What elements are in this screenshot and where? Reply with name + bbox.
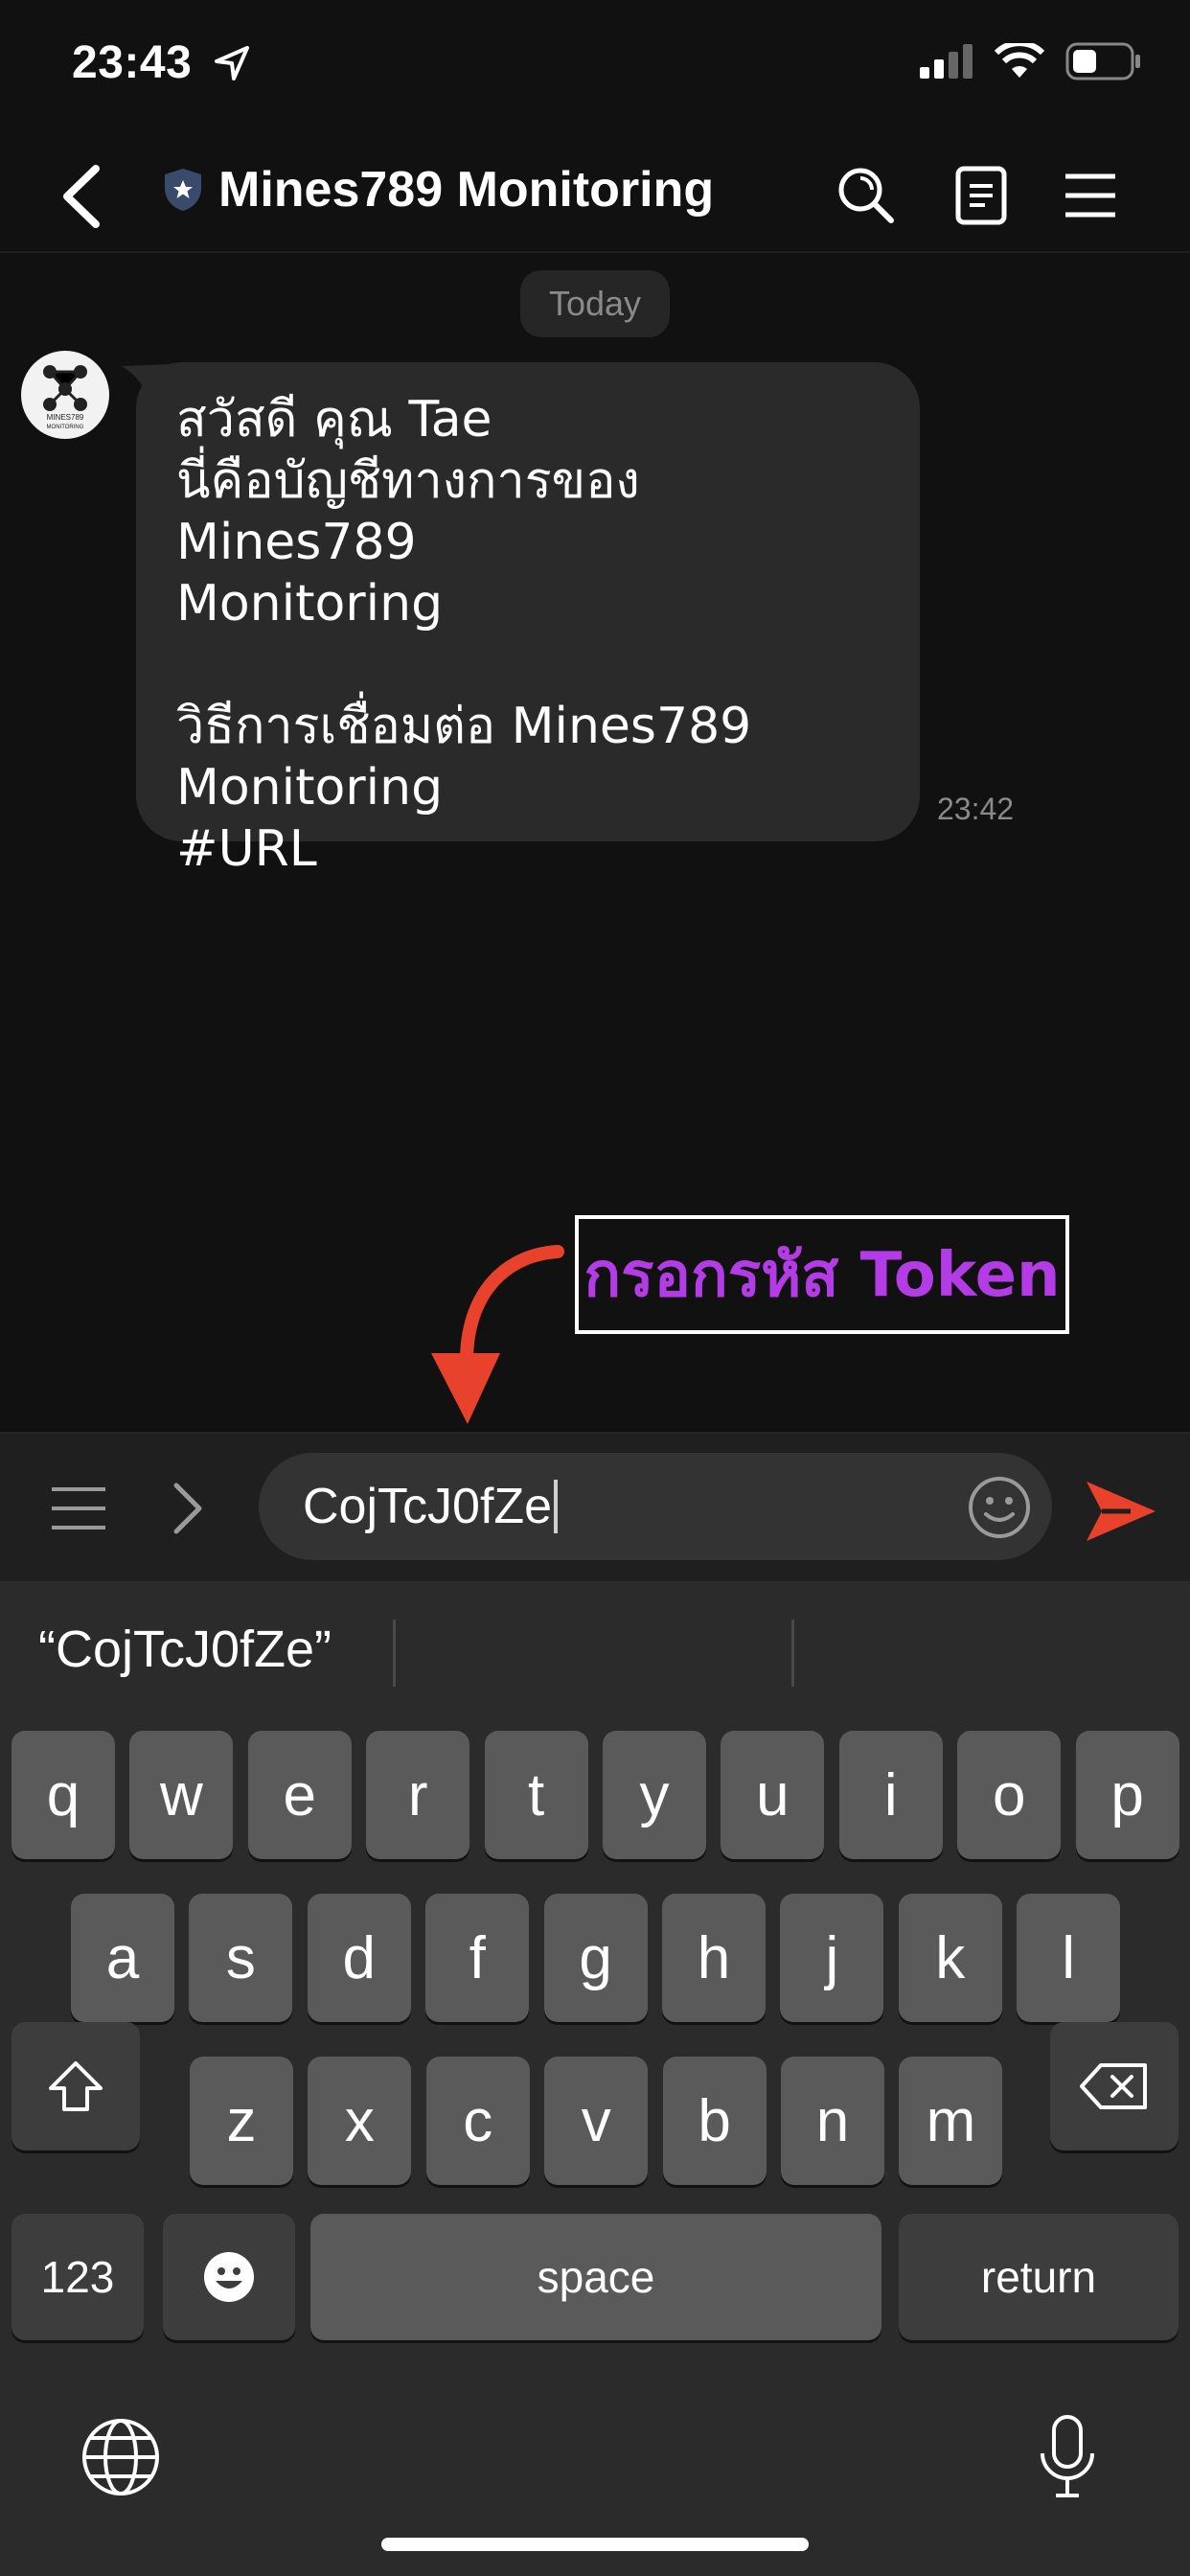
key-v[interactable]: v	[544, 2057, 649, 2185]
return-key[interactable]: return	[899, 2214, 1179, 2340]
backspace-icon	[1080, 2063, 1147, 2109]
annotation-box: กรอกรหัส Token	[575, 1215, 1069, 1334]
chat-header: Mines789 Monitoring	[0, 144, 1190, 253]
date-separator: Today	[520, 270, 670, 337]
on-screen-keyboard: “CojTcJ0fZe” qwertyuiop asdfghjkl zxcvbn…	[0, 1581, 1190, 2576]
key-b[interactable]: b	[662, 2057, 767, 2185]
status-time: 23:43	[72, 37, 193, 88]
back-chevron-icon[interactable]	[57, 163, 105, 230]
key-s[interactable]: s	[189, 1894, 293, 2022]
notes-icon	[955, 166, 1007, 225]
message-timestamp: 23:42	[937, 792, 1015, 826]
menu-button[interactable]	[1056, 161, 1125, 230]
numbers-key[interactable]: 123	[11, 2214, 144, 2340]
key-y[interactable]: y	[603, 1731, 706, 1859]
key-u[interactable]: u	[721, 1731, 825, 1859]
key-k[interactable]: k	[898, 1894, 1002, 2022]
autocorrect-suggestion[interactable]: “CojTcJ0fZe”	[38, 1620, 332, 1679]
status-indicators	[920, 42, 1142, 80]
notes-button[interactable]	[947, 161, 1016, 230]
emoji-icon[interactable]	[966, 1474, 1033, 1541]
message-input-bar: CojTcJ0fZe	[0, 1432, 1190, 1583]
space-key[interactable]: space	[310, 2214, 881, 2340]
hamburger-menu-icon	[1065, 173, 1115, 218]
battery-icon	[1065, 42, 1140, 80]
key-c[interactable]: c	[425, 2057, 530, 2185]
key-i[interactable]: i	[838, 1731, 943, 1859]
key-x[interactable]: x	[308, 2057, 412, 2185]
key-q[interactable]: q	[11, 1731, 115, 1859]
location-arrow-icon	[215, 46, 249, 80]
message-input-value: CojTcJ0fZe	[303, 1479, 553, 1534]
expand-chevron-icon[interactable]	[171, 1482, 205, 1535]
key-h[interactable]: h	[662, 1894, 766, 2022]
key-r[interactable]: r	[366, 1731, 470, 1859]
key-e[interactable]: e	[247, 1731, 352, 1859]
page-title: Mines789 Monitoring	[218, 162, 715, 218]
mines789-logo-icon: MINES789 MONITORING	[43, 365, 87, 430]
annotation-text: กรอกรหัส Token	[584, 1240, 1061, 1311]
key-t[interactable]: t	[484, 1731, 588, 1859]
message-text: สวัสดี คุณ Tae นี่คือบัญชีทางการของ Mine…	[176, 391, 752, 878]
key-f[interactable]: f	[425, 1894, 530, 2022]
svg-text:MONITORING: MONITORING	[47, 425, 84, 430]
shift-key[interactable]	[11, 2022, 140, 2150]
key-p[interactable]: p	[1075, 1731, 1179, 1859]
home-indicator	[381, 2538, 809, 2551]
key-d[interactable]: d	[307, 1894, 411, 2022]
svg-text:MINES789: MINES789	[47, 413, 84, 422]
backspace-key[interactable]	[1050, 2022, 1179, 2150]
key-n[interactable]: n	[781, 2057, 884, 2185]
title-group: Mines789 Monitoring	[163, 161, 714, 218]
more-menu-icon[interactable]	[50, 1485, 107, 1531]
verified-shield-icon	[165, 169, 201, 211]
message-input[interactable]: CojTcJ0fZe	[259, 1453, 1052, 1560]
cellular-signal-icon	[920, 44, 973, 79]
send-icon[interactable]	[1085, 1478, 1157, 1545]
search-button[interactable]	[832, 161, 901, 230]
emoji-face-icon	[204, 2252, 254, 2302]
search-icon	[838, 168, 894, 223]
message-bubble[interactable]: สวัสดี คุณ Tae นี่คือบัญชีทางการของ Mine…	[136, 362, 920, 878]
key-g[interactable]: g	[543, 1894, 648, 2022]
text-caret	[554, 1480, 559, 1533]
key-w[interactable]: w	[129, 1731, 234, 1859]
key-m[interactable]: m	[899, 2057, 1003, 2185]
wifi-icon	[995, 43, 1044, 78]
emoji-key[interactable]	[163, 2214, 295, 2340]
key-o[interactable]: o	[957, 1731, 1062, 1859]
annotation-arrow-icon	[431, 1245, 564, 1424]
key-j[interactable]: j	[780, 1894, 884, 2022]
key-l[interactable]: l	[1017, 1894, 1121, 2022]
avatar[interactable]: MINES789 MONITORING	[21, 351, 109, 439]
suggestion-divider	[393, 1620, 396, 1687]
globe-icon[interactable]	[80, 2417, 161, 2497]
microphone-icon[interactable]	[1037, 2413, 1098, 2501]
key-z[interactable]: z	[190, 2057, 293, 2185]
shift-arrow-icon	[49, 2061, 103, 2111]
key-a[interactable]: a	[71, 1894, 174, 2022]
suggestion-divider	[791, 1620, 794, 1687]
